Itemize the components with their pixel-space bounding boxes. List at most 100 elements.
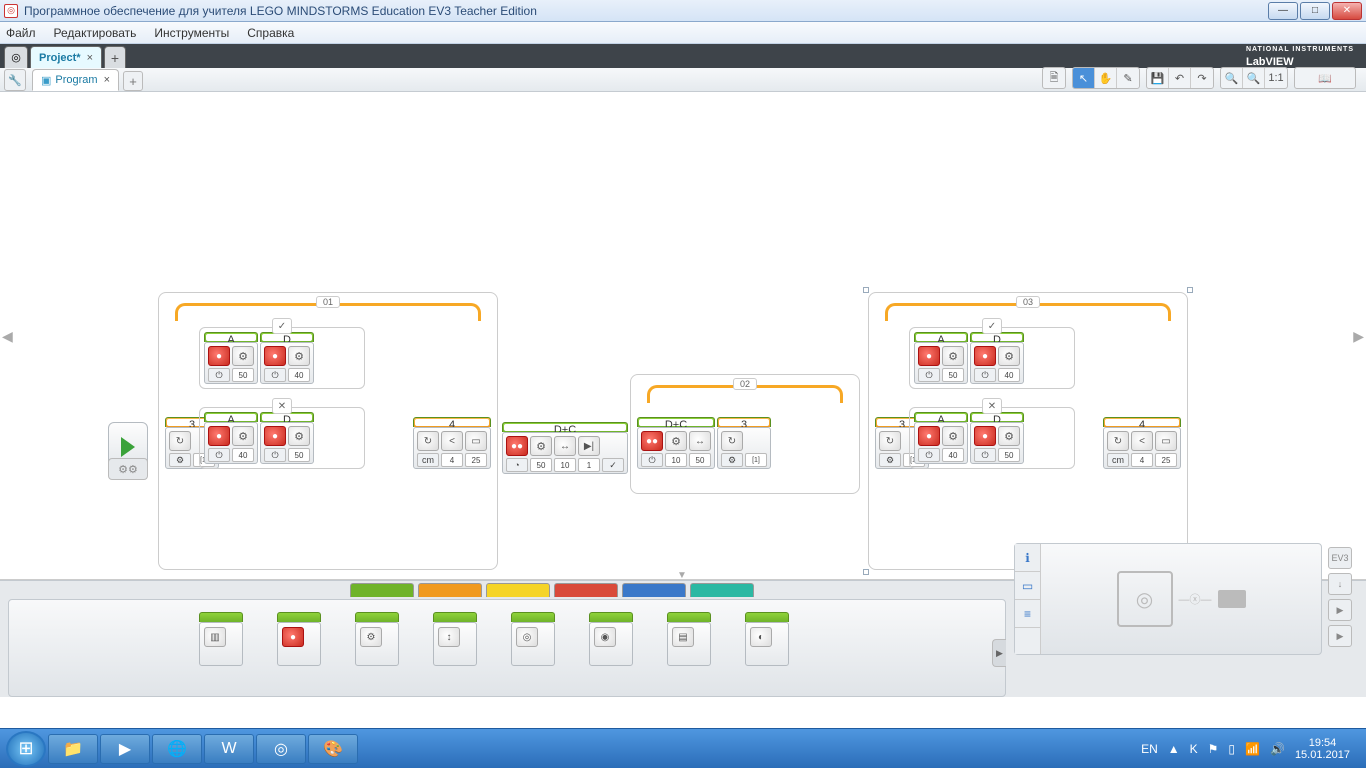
menu-edit[interactable]: Редактировать [54, 26, 137, 40]
clock[interactable]: 19:54 15.01.2017 [1295, 737, 1350, 761]
loop-label-2[interactable]: 02 [733, 378, 757, 390]
palette-block-display[interactable]: ◎ [511, 612, 555, 696]
project-tab-close-icon[interactable]: × [87, 52, 93, 64]
loop-end-block-3[interactable]: 4 ↻<▭cm425 [1103, 417, 1181, 469]
loop-frame-3[interactable]: 03 3 ↻⚙[1] ✓ A●⚙⏻50 D●⚙⏻40 ✕ A●⚙⏻40 D●⚙⏻… [868, 292, 1188, 570]
run-button[interactable]: ▶ [1328, 599, 1352, 621]
motor-block[interactable]: D●⚙⏻40 [970, 332, 1024, 384]
palette-block-medium-motor[interactable]: ▥ [199, 612, 243, 696]
move-steering-block-2[interactable]: D+C ●●⚙↔⏻1050 [637, 417, 715, 469]
switch-case-true-3[interactable]: ✓ A●⚙⏻50 D●⚙⏻40 [909, 327, 1075, 389]
tray-volume-icon[interactable]: 🔊 [1270, 742, 1285, 756]
switch-case-false[interactable]: ✕ A ●⚙⏻40 D ●⚙⏻50 [199, 407, 365, 469]
palette-tab-sensor[interactable] [486, 583, 550, 597]
zoom-out-button[interactable]: 🔍 [1221, 68, 1243, 88]
taskbar-app-media[interactable]: ▶ [100, 734, 150, 764]
maximize-button[interactable]: □ [1300, 2, 1330, 20]
tray-network-icon[interactable]: 📶 [1245, 742, 1260, 756]
motor-block[interactable]: A●⚙⏻50 [914, 332, 968, 384]
palette-tab-flow[interactable] [418, 583, 482, 597]
palette-block-other[interactable]: ◐ [745, 612, 789, 696]
check-icon[interactable]: ✓ [272, 318, 292, 334]
selection-handle[interactable] [1187, 287, 1193, 293]
project-add-button[interactable]: + [104, 46, 126, 68]
zoom-reset-button[interactable]: 1:1 [1265, 68, 1287, 88]
loop-frame-1[interactable]: 01 3 ↻ ⚙[1] ✓ A ●⚙⏻50 D [158, 292, 498, 570]
loop-label-3[interactable]: 03 [1016, 296, 1040, 308]
content-editor-button[interactable]: 📖 [1295, 68, 1355, 88]
project-tab[interactable]: Project* × [30, 46, 102, 68]
loop-frame-2[interactable]: 02 D+C ●●⚙↔⏻1050 3 ↻⚙[1] [630, 374, 860, 494]
run-selected-button[interactable]: ▶ [1328, 625, 1352, 647]
switch-case-false-3[interactable]: ✕ A●⚙⏻40 D●⚙⏻50 [909, 407, 1075, 469]
mode-icon[interactable]: ⚙ [169, 453, 191, 467]
check-icon[interactable]: ✓ [982, 318, 1002, 334]
hw-tab-bricks[interactable]: ≡ [1015, 600, 1040, 628]
project-properties-button[interactable]: 🔧 [4, 69, 26, 91]
program-tab-close-icon[interactable]: × [104, 74, 110, 86]
selection-handle[interactable] [863, 569, 869, 575]
language-indicator[interactable]: EN [1141, 742, 1158, 756]
palette-tab-action[interactable] [350, 583, 414, 597]
move-steering-block[interactable]: D+C ●●⚙↔▶|◔50101✓ [502, 422, 628, 474]
taskbar-app-paint[interactable]: 🎨 [308, 734, 358, 764]
program-canvas[interactable]: ◀ ▶ ⚙⚙ 01 3 ↻ ⚙[1] ✓ A ●⚙⏻50 [0, 92, 1366, 580]
palette-tab-advanced[interactable] [622, 583, 686, 597]
tray-kaspersky-icon[interactable]: K [1190, 742, 1198, 756]
close-button[interactable]: ✕ [1332, 2, 1362, 20]
project-tab-label: Project* [39, 52, 81, 64]
pointer-tool-button[interactable]: ↖ [1073, 68, 1095, 88]
comment-tool-button[interactable]: ✎ [1117, 68, 1139, 88]
palette-block-sound[interactable]: ◉ [589, 612, 633, 696]
taskbar-app-ev3[interactable]: ◎ [256, 734, 306, 764]
save-button[interactable]: 💾 [1147, 68, 1169, 88]
home-tab[interactable]: ◎ [4, 46, 28, 68]
program-tab[interactable]: ▣ Program × [32, 69, 119, 91]
motor-block-d[interactable]: D ●⚙⏻40 [260, 332, 314, 384]
palette-collapse-button[interactable]: ▶ [992, 639, 1006, 667]
palette-block-brick-status[interactable]: ▤ [667, 612, 711, 696]
loop-end-block[interactable]: 4 ↻<▭ cm425 [413, 417, 491, 469]
loop-end-block-2[interactable]: 3 ↻⚙[1] [717, 417, 771, 469]
redo-button[interactable]: ↷ [1191, 68, 1213, 88]
selection-handle[interactable] [863, 287, 869, 293]
start-button[interactable]: ⊞ [6, 731, 46, 767]
cross-icon[interactable]: ✕ [272, 398, 292, 414]
tray-expand-icon[interactable]: ▲ [1168, 742, 1180, 756]
hw-tab-info[interactable]: ℹ [1015, 544, 1040, 572]
switch-case-true[interactable]: ✓ A ●⚙⏻50 D ●⚙⏻40 [199, 327, 365, 389]
palette-block-move-steering[interactable]: ⚙ [355, 612, 399, 696]
connection-icon: —ⓧ— [1179, 591, 1212, 607]
motor-block-d2[interactable]: D ●⚙⏻50 [260, 412, 314, 464]
loop-label-1[interactable]: 01 [316, 296, 340, 308]
start-block-footer[interactable]: ⚙⚙ [108, 458, 148, 480]
taskbar-app-word[interactable]: W [204, 734, 254, 764]
palette-tab-data[interactable] [554, 583, 618, 597]
motor-block[interactable]: D●⚙⏻50 [970, 412, 1024, 464]
motor-block-a[interactable]: A ●⚙⏻50 [204, 332, 258, 384]
download-button[interactable]: ↓ [1328, 573, 1352, 595]
tray-flag-icon[interactable]: ⚑ [1208, 742, 1219, 756]
pan-tool-button[interactable]: ✋ [1095, 68, 1117, 88]
document-button[interactable]: 🗎 [1043, 68, 1065, 88]
menu-file[interactable]: Файл [6, 26, 36, 40]
taskbar-app-chrome[interactable]: 🌐 [152, 734, 202, 764]
palette-block-move-tank[interactable]: ↕ [433, 612, 477, 696]
menu-tools[interactable]: Инструменты [154, 26, 229, 40]
motor-block-a2[interactable]: A ●⚙⏻40 [204, 412, 258, 464]
motor-icon: ● [264, 346, 286, 366]
tray-battery-icon[interactable]: ▯ [1228, 742, 1235, 756]
hw-tab-ports[interactable]: ▭ [1015, 572, 1040, 600]
minimize-button[interactable]: — [1268, 2, 1298, 20]
program-add-button[interactable]: + [123, 71, 143, 91]
hardware-page: ℹ ▭ ≡ ◎ —ⓧ— EV3 ↓ ▶ ▶ [1014, 543, 1356, 655]
cross-icon[interactable]: ✕ [982, 398, 1002, 414]
undo-button[interactable]: ↶ [1169, 68, 1191, 88]
zoom-in-button[interactable]: 🔍 [1243, 68, 1265, 88]
palette-tab-myblocks[interactable] [690, 583, 754, 597]
palette-block-large-motor[interactable]: ● [277, 612, 321, 696]
taskbar-app-explorer[interactable]: 📁 [48, 734, 98, 764]
menu-help[interactable]: Справка [247, 26, 294, 40]
motor-block[interactable]: A●⚙⏻40 [914, 412, 968, 464]
system-tray: EN ▲ K ⚑ ▯ 📶 🔊 19:54 15.01.2017 [1131, 737, 1360, 761]
